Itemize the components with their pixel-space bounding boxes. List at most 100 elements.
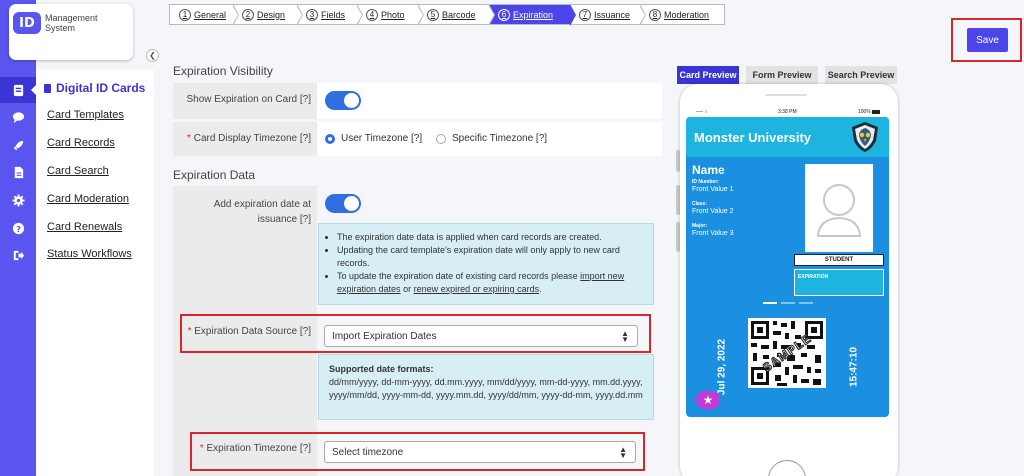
id-card-preview: Monster University Name ID Number: Front …: [686, 117, 889, 417]
subnav-link-card-moderation[interactable]: Card Moderation: [47, 193, 129, 205]
expiration-visibility-heading: Expiration Visibility: [173, 64, 273, 78]
help-icon[interactable]: ?: [0, 215, 36, 241]
card-date: Jul 29, 2022: [716, 338, 728, 396]
card-display-timezone-label-text: Card Display Timezone [?]: [193, 133, 311, 144]
card-university-name: Monster University: [694, 130, 812, 145]
step-label: Moderation: [664, 9, 710, 20]
info-item: The expiration date data is applied when…: [337, 231, 645, 244]
step-label: Expiration: [513, 9, 554, 20]
step-moderation[interactable]: 8 Moderation: [640, 5, 724, 24]
subnav-link-status-workflows[interactable]: Status Workflows: [47, 248, 132, 260]
add-expiration-label-line2: issuance [?]: [257, 214, 311, 225]
chat-icon[interactable]: [0, 104, 36, 130]
subnav-title: Digital ID Cards: [44, 81, 145, 95]
logo-text: Management System: [45, 13, 98, 33]
expiration-info-box: The expiration date data is applied when…: [318, 223, 654, 305]
signal-icon: ── ○: [696, 109, 708, 115]
tab-search-preview[interactable]: Search Preview: [825, 66, 897, 84]
card-expiration-box: EXPIRATION: [794, 269, 884, 296]
show-expiration-value: [317, 83, 662, 119]
step-general[interactable]: 1 General: [170, 4, 239, 26]
step-label: Design: [257, 9, 286, 20]
radio-user-timezone[interactable]: User Timezone [?]: [325, 133, 422, 144]
step-label: Photo: [381, 9, 405, 20]
tab-card-preview[interactable]: Card Preview: [677, 66, 739, 84]
svg-text:?: ?: [16, 223, 21, 233]
chevron-left-icon: ❮: [149, 50, 156, 60]
battery-icon: [872, 110, 880, 114]
step-barcode[interactable]: 5 Barcode: [418, 4, 495, 26]
step-number: 1: [179, 8, 191, 21]
step-expiration[interactable]: 6 Expiration: [489, 4, 576, 26]
subnav-title-text: Digital ID Cards: [56, 81, 146, 95]
renew-expired-cards-link[interactable]: renew expired or expiring cards: [414, 284, 540, 294]
status-battery: 100%: [858, 109, 871, 115]
save-button[interactable]: Save: [967, 28, 1008, 52]
gear-icon[interactable]: [0, 187, 36, 213]
required-marker: *: [187, 133, 191, 144]
info-item: To update the expiration date of existin…: [337, 270, 645, 296]
step-number: 5: [427, 8, 439, 21]
step-photo[interactable]: 4 Photo: [357, 4, 424, 26]
step-label: Fields: [321, 9, 346, 20]
card-role-bar: STUDENT: [794, 254, 884, 266]
card-display-timezone-row: * Card Display Timezone [?] User Timezon…: [173, 122, 662, 156]
person-placeholder-icon: [816, 184, 862, 237]
card-name: Name: [692, 163, 725, 177]
carousel-indicators: [763, 302, 815, 304]
supported-formats-text: dd/mm/yyyy, dd-mm-yyyy, dd.mm.yyyy, mm/d…: [329, 377, 643, 400]
radio-unselected-icon: [436, 133, 446, 144]
star-icon: ★: [696, 391, 720, 409]
tab-form-preview[interactable]: Form Preview: [746, 66, 818, 84]
supported-formats-title: Supported date formats:: [329, 364, 434, 374]
app-logo[interactable]: ID Management System: [9, 4, 133, 60]
subnav-link-card-search[interactable]: Card Search: [47, 165, 109, 177]
phone-speaker: [765, 94, 807, 96]
step-number: 3: [306, 8, 318, 21]
show-expiration-row: Show Expiration on Card [?]: [173, 83, 662, 119]
card-field: Class: Front Value 2: [692, 201, 734, 215]
logo-mark: ID: [13, 12, 41, 34]
id-card-icon[interactable]: [0, 77, 37, 103]
step-number: 2: [242, 8, 254, 21]
card-field: ID Number: Front Value 1: [692, 179, 734, 193]
step-number: 6: [498, 8, 510, 21]
step-fields[interactable]: 3 Fields: [297, 4, 363, 26]
rocket-icon[interactable]: [0, 132, 36, 158]
subnav: Digital ID Cards Card Templates Card Rec…: [36, 70, 154, 476]
radio-specific-timezone-label: Specific Timezone [?]: [452, 133, 548, 144]
radio-specific-timezone[interactable]: Specific Timezone [?]: [436, 133, 547, 144]
card-display-timezone-value: User Timezone [?] Specific Timezone [?]: [317, 122, 662, 156]
step-number: 7: [579, 8, 591, 21]
step-label: General: [194, 9, 227, 20]
mascot-logo-icon: [852, 122, 878, 152]
highlight-outline: [180, 314, 651, 353]
card-time: 15:47:10: [848, 346, 860, 388]
wizard-stepper: 1 General 2 Design 3 Fields 4 Photo 5 Barcode…: [169, 4, 725, 26]
subnav-link-card-records[interactable]: Card Records: [47, 137, 115, 149]
subnav-link-card-renewals[interactable]: Card Renewals: [47, 221, 122, 233]
step-number: 4: [366, 8, 378, 21]
add-expiration-label-line1: Add expiration date at: [213, 199, 311, 210]
logout-icon[interactable]: [0, 242, 36, 268]
phone-status-bar: ── ○ 3:38 PM 100%: [692, 108, 882, 116]
icon-rail: ?: [0, 0, 37, 476]
info-item: Updating the card template's expiration …: [337, 244, 645, 270]
step-design[interactable]: 2 Design: [233, 4, 303, 26]
show-expiration-toggle[interactable]: [325, 91, 361, 110]
supported-formats-box: Supported date formats: dd/mm/yyyy, dd-m…: [318, 354, 654, 420]
step-label: Barcode: [442, 9, 476, 20]
card-photo-placeholder: [805, 164, 873, 252]
step-number: 8: [649, 8, 661, 21]
card-field: Major: Front Value 3: [692, 223, 734, 237]
radio-user-timezone-label: User Timezone [?]: [341, 133, 423, 144]
add-expiration-toggle[interactable]: [325, 194, 361, 213]
id-card-icon: [44, 83, 51, 93]
status-time: 3:38 PM: [778, 109, 797, 115]
document-icon[interactable]: [0, 159, 36, 185]
expiration-data-heading: Expiration Data: [173, 168, 256, 182]
step-issuance[interactable]: 7 Issuance: [570, 4, 646, 26]
subnav-link-card-templates[interactable]: Card Templates: [47, 109, 124, 121]
show-expiration-label: Show Expiration on Card [?]: [173, 83, 317, 119]
collapse-sidebar-button[interactable]: ❮: [146, 49, 159, 62]
